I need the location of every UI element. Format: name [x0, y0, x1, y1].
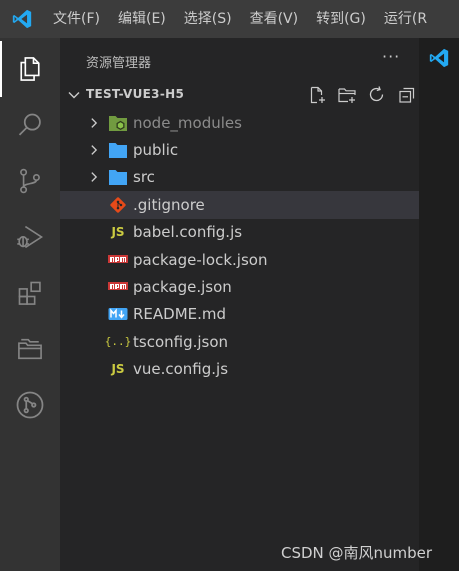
- title-bar: 文件(F) 编辑(E) 选择(S) 查看(V) 转到(G) 运行(R: [0, 0, 459, 38]
- js-icon: JS: [111, 225, 125, 240]
- json-icon: {..}: [104, 335, 132, 349]
- tree-item-label: babel.config.js: [133, 223, 243, 242]
- git-graph-icon[interactable]: [0, 377, 60, 433]
- menu-selection[interactable]: 选择(S): [175, 0, 241, 38]
- workspace-section-header[interactable]: TEST-VUE3-H5: [60, 82, 419, 108]
- more-actions-button[interactable]: ···: [382, 47, 400, 66]
- tree-item-label: public: [133, 141, 179, 160]
- workspace-name: TEST-VUE3-H5: [86, 87, 185, 101]
- markdown-icon: [107, 304, 129, 324]
- tree-item-gitignore[interactable]: .gitignore: [60, 191, 419, 219]
- refresh-icon[interactable]: [362, 84, 392, 106]
- remote-explorer-icon[interactable]: [0, 321, 60, 377]
- menu-file[interactable]: 文件(F): [44, 0, 109, 38]
- tree-item-tsconfig[interactable]: {..} tsconfig.json: [60, 328, 419, 355]
- explorer-icon[interactable]: [0, 41, 60, 97]
- tree-item-vue-config[interactable]: JS vue.config.js: [60, 356, 419, 383]
- explorer-title: 资源管理器: [86, 56, 152, 71]
- tree-item-babel-config[interactable]: JS babel.config.js: [60, 219, 419, 246]
- editor-area: [419, 38, 459, 571]
- activity-bar: [0, 38, 60, 571]
- explorer-header: 资源管理器 ···: [60, 38, 419, 82]
- vscode-logo-icon: [0, 0, 44, 38]
- file-tree: node_modules public src .gitignore JS ba…: [60, 109, 419, 383]
- tree-item-label: README.md: [133, 305, 227, 324]
- search-icon[interactable]: [0, 97, 60, 153]
- tree-item-label: vue.config.js: [133, 360, 229, 379]
- tree-item-node-modules[interactable]: node_modules: [60, 109, 419, 136]
- explorer-sidebar: 资源管理器 ··· TEST-VUE3-H5 node_modules publ…: [60, 38, 419, 571]
- tree-item-public[interactable]: public: [60, 136, 419, 163]
- collapse-all-icon[interactable]: [392, 84, 422, 106]
- tree-item-src[interactable]: src: [60, 164, 419, 191]
- chevron-right-icon: [83, 143, 105, 157]
- npm-icon: [107, 250, 129, 270]
- vscode-logo-icon: [419, 38, 459, 78]
- chevron-right-icon: [83, 170, 105, 184]
- chevron-down-icon: [66, 87, 82, 107]
- menu-edit[interactable]: 编辑(E): [109, 0, 175, 38]
- run-debug-icon[interactable]: [0, 209, 60, 265]
- tree-item-label: tsconfig.json: [133, 332, 229, 351]
- tree-item-label: node_modules: [133, 113, 242, 132]
- tree-item-label: src: [133, 168, 155, 187]
- tree-item-package-lock[interactable]: package-lock.json: [60, 246, 419, 273]
- new-file-icon[interactable]: [302, 84, 332, 106]
- git-icon: [107, 195, 129, 215]
- tree-item-label: package.json: [133, 278, 232, 297]
- extensions-icon[interactable]: [0, 265, 60, 321]
- tree-item-readme[interactable]: README.md: [60, 301, 419, 328]
- menu-view[interactable]: 查看(V): [241, 0, 308, 38]
- tree-item-package-json[interactable]: package.json: [60, 273, 419, 300]
- menu-run[interactable]: 运行(R: [375, 0, 436, 38]
- section-actions: [302, 84, 422, 106]
- watermark: CSDN @南风number: [281, 544, 433, 562]
- tree-item-label: package-lock.json: [133, 250, 268, 269]
- npm-icon: [107, 277, 129, 297]
- tree-item-label: .gitignore: [133, 195, 205, 214]
- js-icon: JS: [111, 362, 125, 377]
- new-folder-icon[interactable]: [332, 84, 362, 106]
- folder-icon: [107, 167, 129, 187]
- chevron-right-icon: [83, 116, 105, 130]
- menu-go[interactable]: 转到(G): [307, 0, 375, 38]
- source-control-icon[interactable]: [0, 153, 60, 209]
- node-folder-icon: [107, 113, 129, 133]
- folder-icon: [107, 140, 129, 160]
